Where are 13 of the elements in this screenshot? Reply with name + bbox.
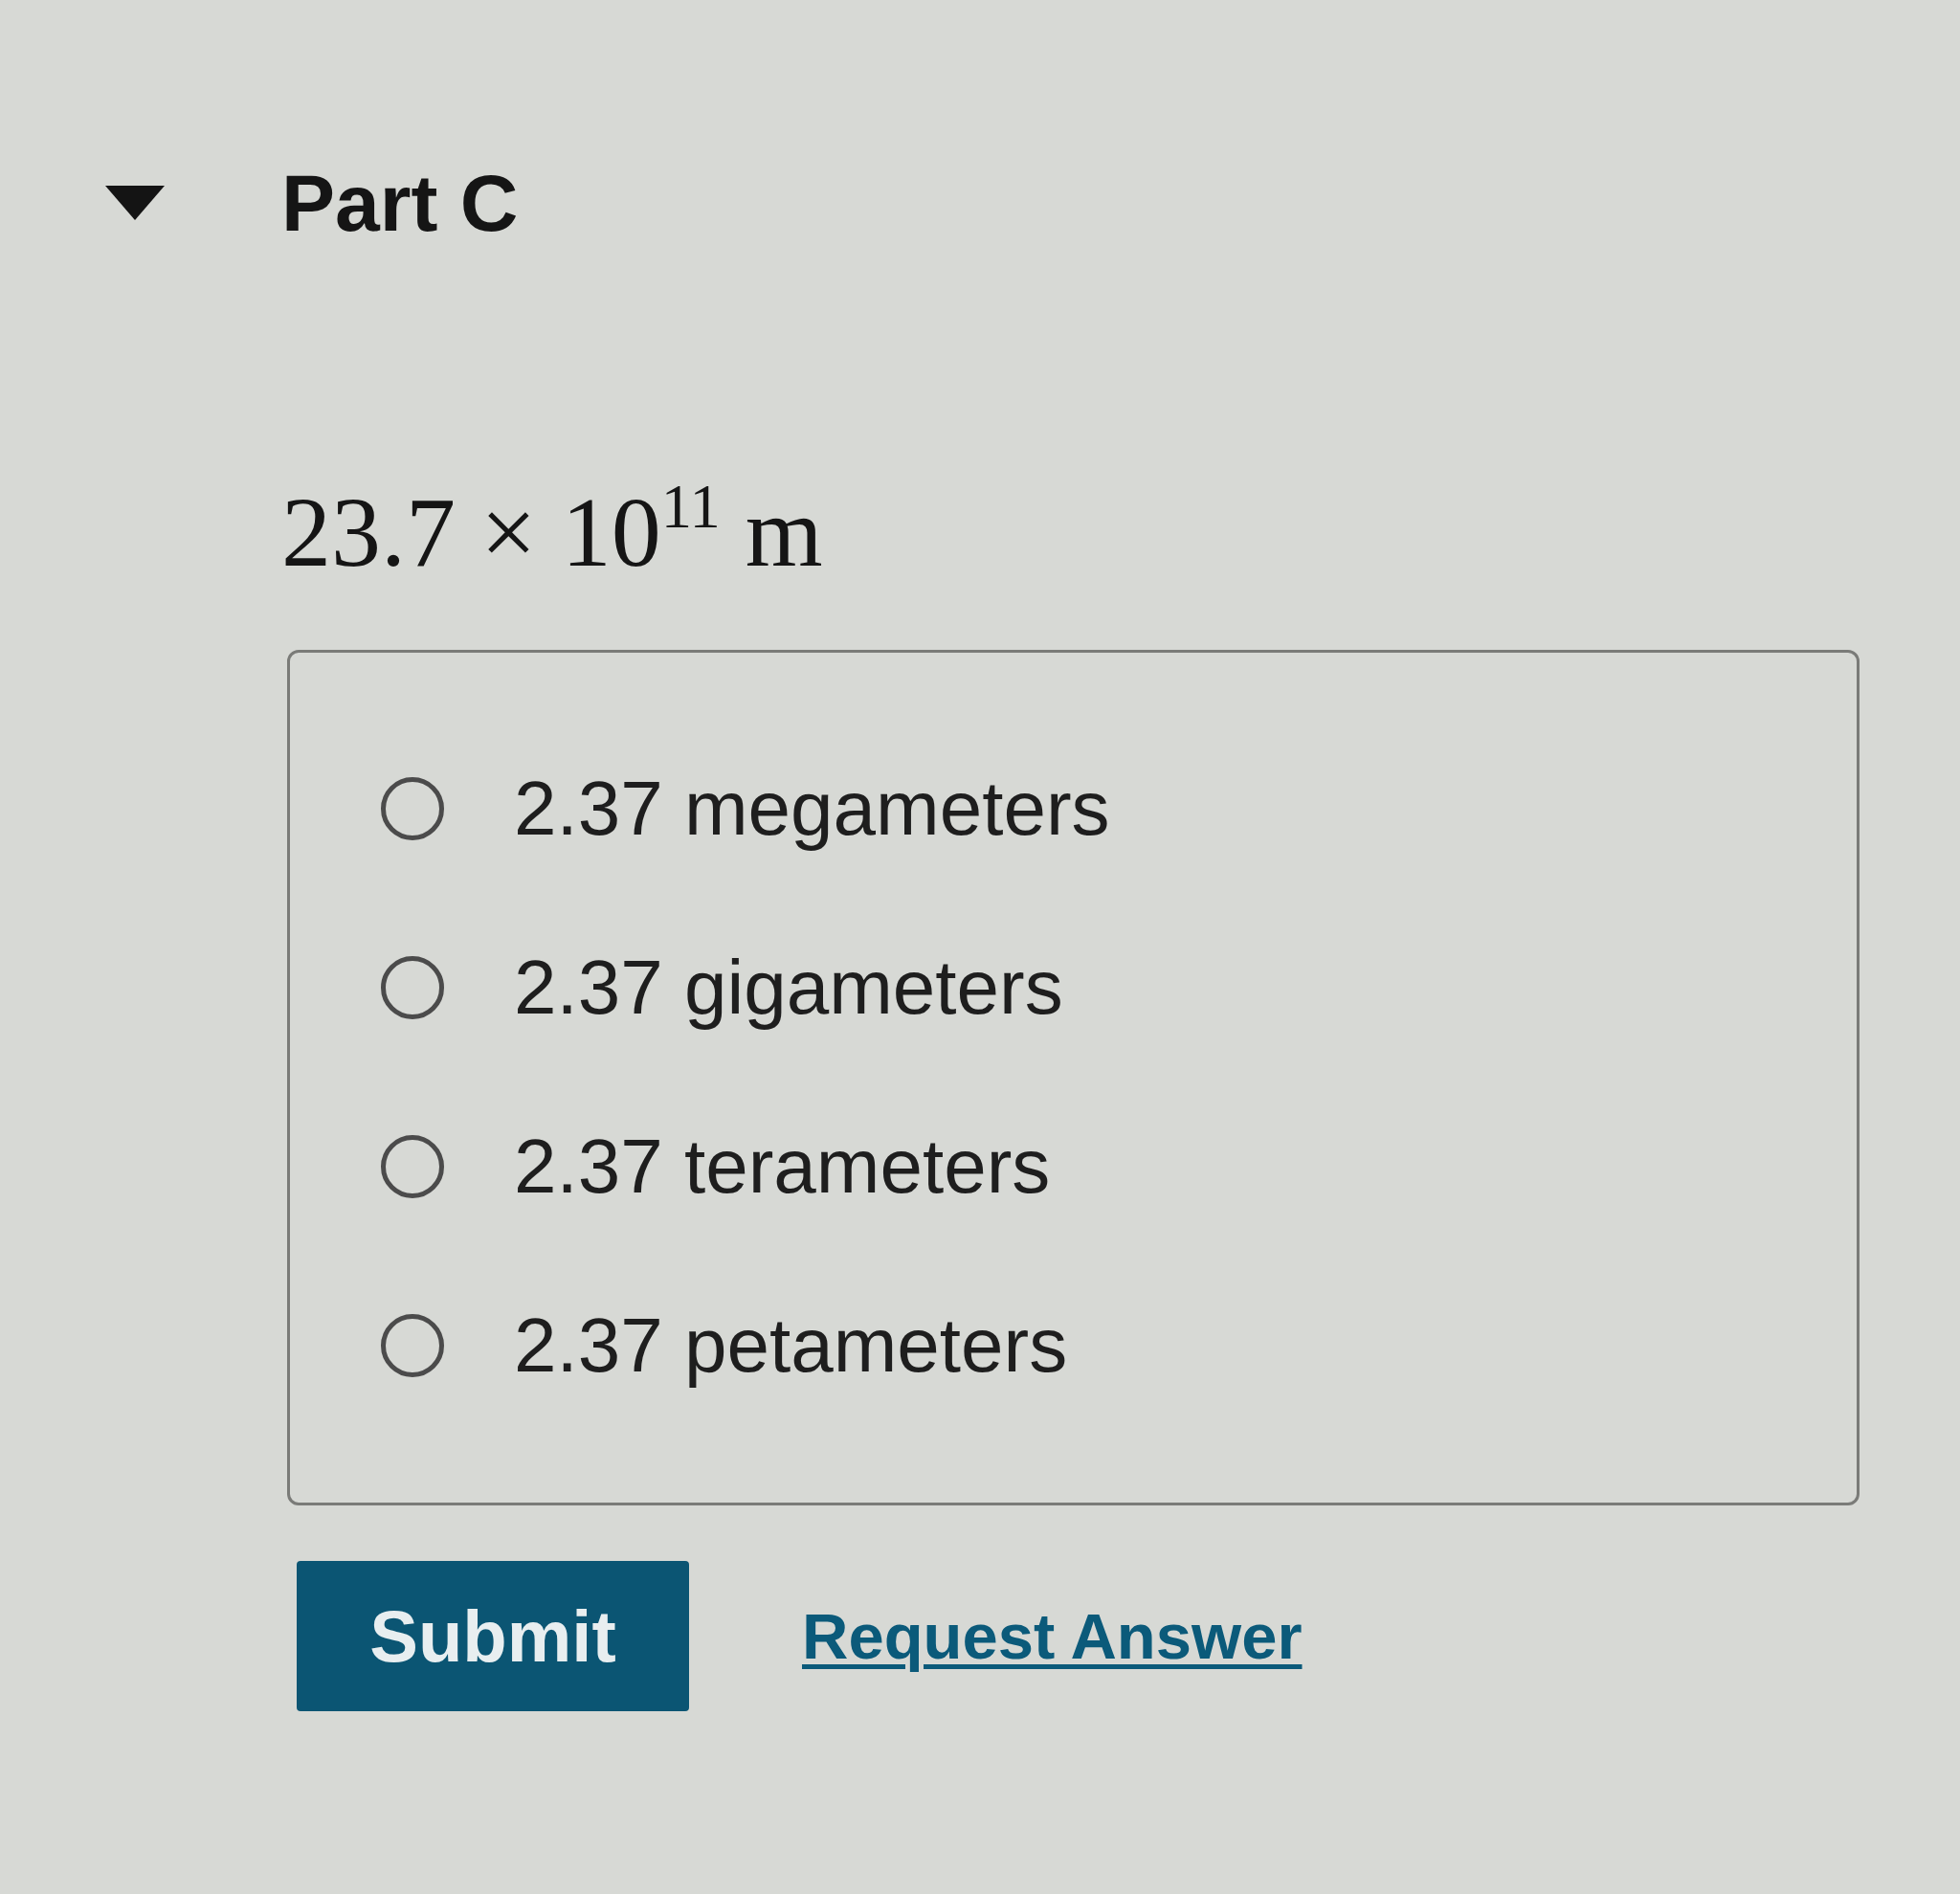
submit-button[interactable]: Submit: [297, 1560, 689, 1711]
radio-button[interactable]: [381, 956, 444, 1020]
caret-icon[interactable]: [105, 186, 165, 220]
math-expression: 23.7 × 10$^{11}$ m: [281, 473, 823, 589]
option-label[interactable]: 2.37 megameters: [514, 765, 1110, 854]
option-label[interactable]: 2.37 gigameters: [514, 944, 1063, 1033]
radio-button[interactable]: [381, 1135, 444, 1199]
option-label[interactable]: 2.37 terameters: [514, 1123, 1051, 1212]
request-answer-link[interactable]: Request Answer: [802, 1598, 1303, 1673]
option-label[interactable]: 2.37 petameters: [514, 1302, 1068, 1391]
radio-button[interactable]: [381, 777, 444, 841]
part-title: Part C: [281, 163, 519, 243]
radio-button[interactable]: [381, 1314, 444, 1378]
